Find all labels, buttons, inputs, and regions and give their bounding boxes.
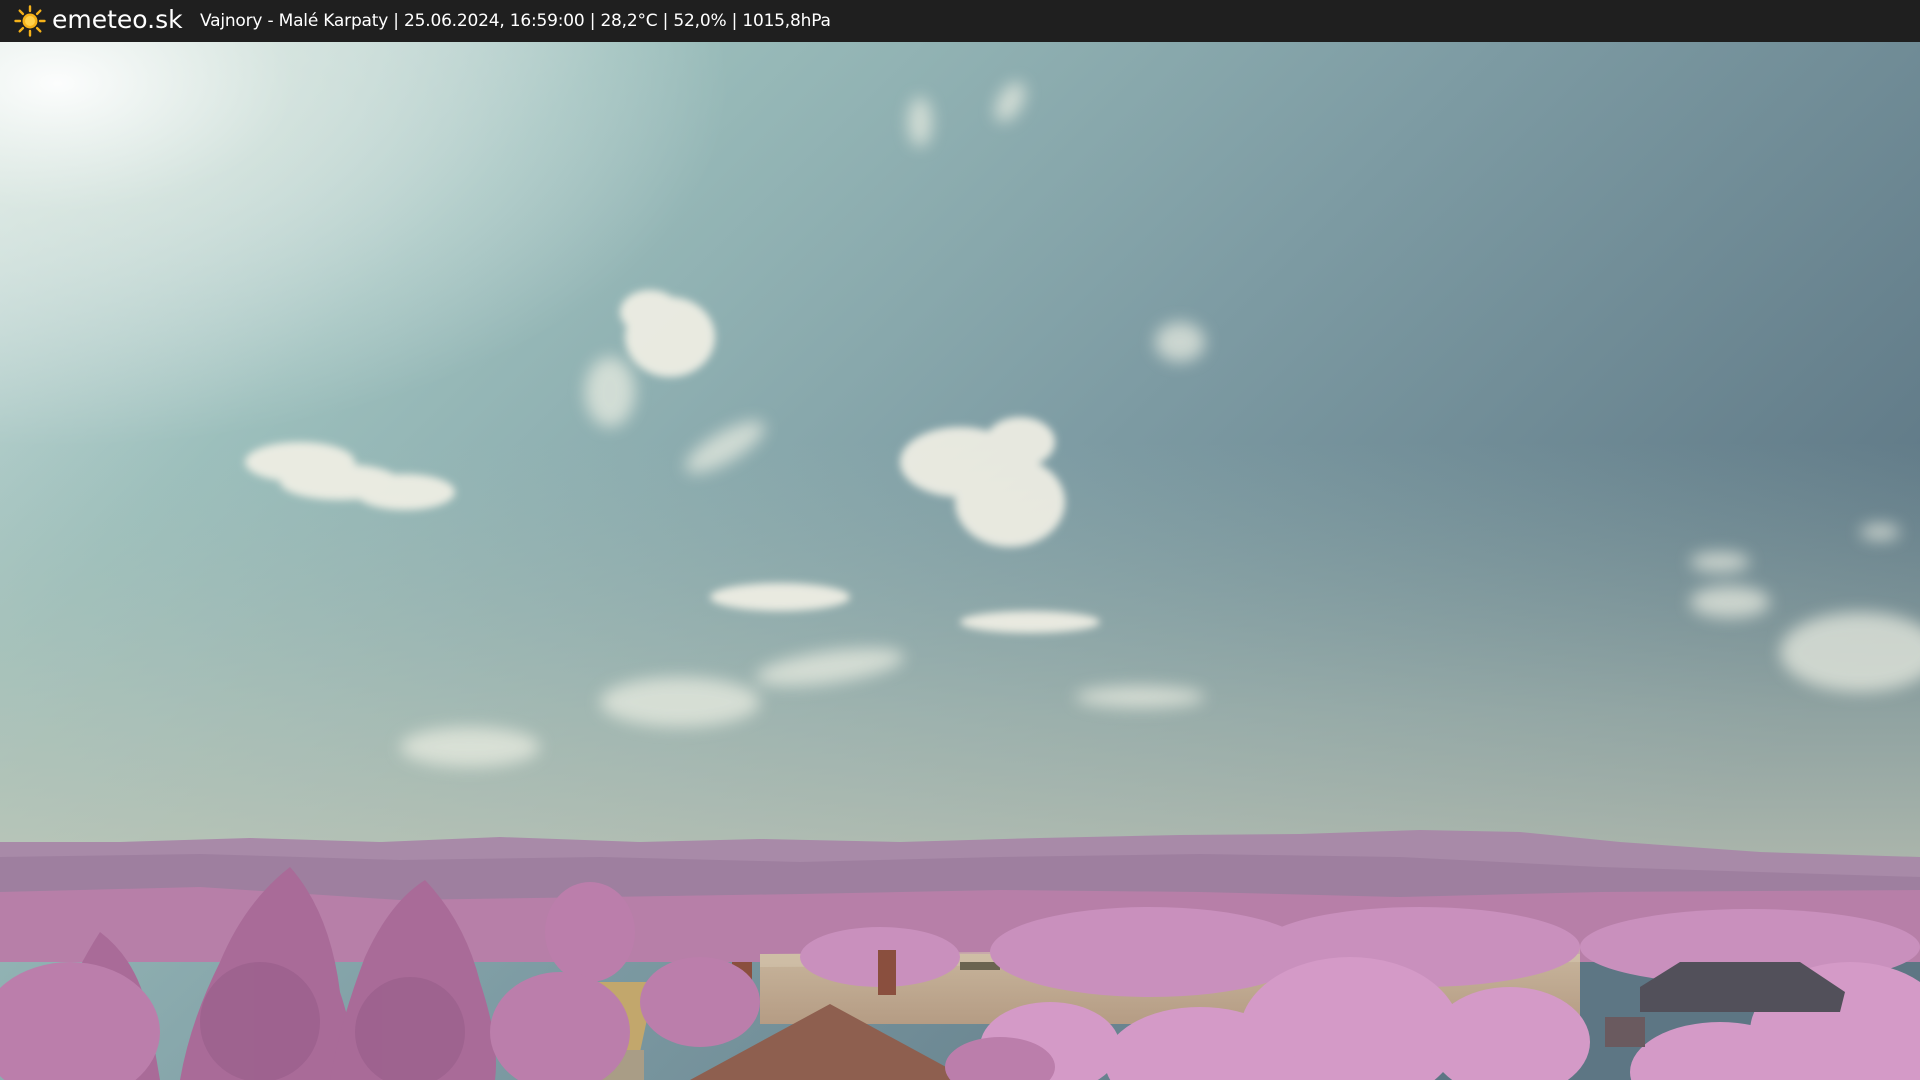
weather-status-text: Vajnory - Malé Karpaty | 25.06.2024, 16:…: [200, 11, 831, 31]
sun-icon: [14, 5, 46, 37]
top-bar: emeteo.sk Vajnory - Malé Karpaty | 25.06…: [0, 0, 1920, 42]
webcam-image: [0, 42, 1920, 1080]
site-logo-text[interactable]: emeteo.sk: [52, 3, 183, 37]
